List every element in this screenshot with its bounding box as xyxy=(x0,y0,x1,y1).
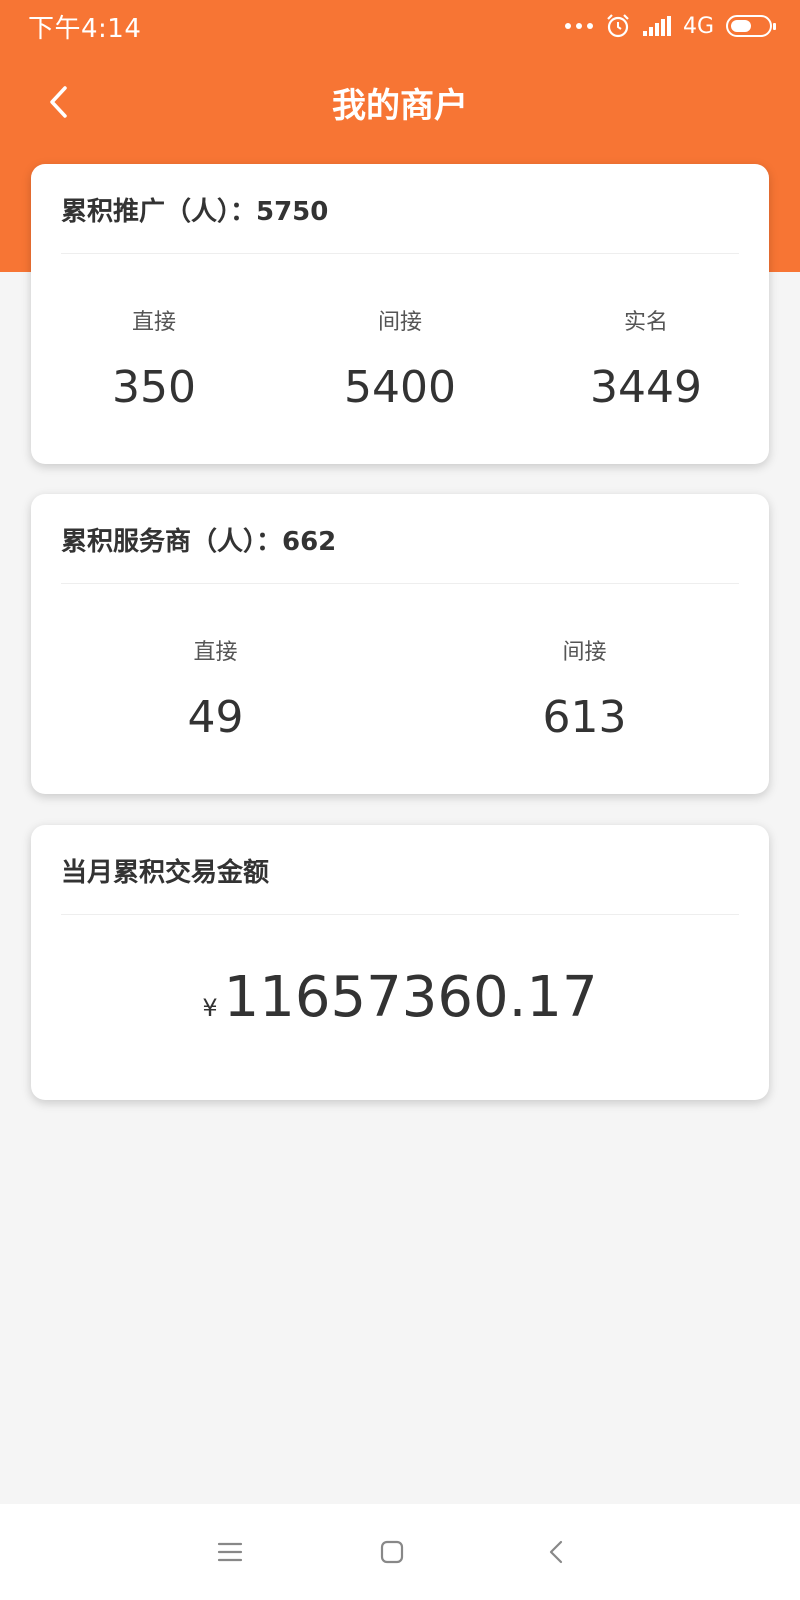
status-bar: 下午4:14 4G xyxy=(0,0,800,52)
service-card: 累积服务商（人）：662 直接 49 间接 613 xyxy=(31,494,769,794)
stat-direct[interactable]: 直接 350 xyxy=(31,254,277,413)
more-dots-icon xyxy=(564,23,593,29)
stat-verified[interactable]: 实名 3449 xyxy=(523,254,769,413)
service-card-title: 累积服务商（人）：662 xyxy=(61,494,739,584)
service-stats: 直接 49 间接 613 xyxy=(31,584,769,743)
home-button[interactable] xyxy=(370,1530,414,1574)
stat-label: 直接 xyxy=(131,310,176,335)
stat-label: 间接 xyxy=(377,310,422,335)
stat-indirect[interactable]: 间接 613 xyxy=(400,584,769,743)
back-icon xyxy=(50,86,67,118)
network-type: 4G xyxy=(682,13,714,39)
battery-icon xyxy=(726,15,776,37)
stat-value: 350 xyxy=(112,362,196,413)
stat-label: 实名 xyxy=(623,310,668,335)
menu-button[interactable] xyxy=(208,1530,252,1574)
menu-icon xyxy=(217,1542,243,1562)
stat-direct[interactable]: 直接 49 xyxy=(31,584,400,743)
transaction-card: 当月累积交易金额 ¥11657360.17 xyxy=(31,825,769,1100)
page-title: 我的商户 xyxy=(332,85,468,126)
home-icon xyxy=(380,1540,404,1564)
stat-value: 49 xyxy=(187,692,244,743)
nav-back-icon xyxy=(549,1540,563,1564)
status-time: 下午4:14 xyxy=(28,13,142,44)
back-button[interactable] xyxy=(28,72,88,132)
promotion-card: 累积推广（人）：5750 直接 350 间接 5400 实名 3449 xyxy=(31,164,769,464)
currency-symbol: ¥ xyxy=(202,994,218,1022)
stat-value: 613 xyxy=(542,692,627,743)
stat-label: 直接 xyxy=(193,640,238,665)
promotion-stats: 直接 350 间接 5400 实名 3449 xyxy=(31,254,769,413)
alarm-icon xyxy=(607,14,629,38)
status-icons: 4G xyxy=(564,13,776,39)
transaction-amount-display: ¥11657360.17 xyxy=(31,965,769,1030)
promotion-card-title: 累积推广（人）：5750 xyxy=(61,164,739,254)
signal-icon xyxy=(642,16,671,36)
stat-label: 间接 xyxy=(562,640,607,665)
stat-indirect[interactable]: 间接 5400 xyxy=(277,254,523,413)
stat-value: 5400 xyxy=(344,362,456,413)
system-back-button[interactable] xyxy=(534,1530,578,1574)
stat-value: 3449 xyxy=(590,362,702,413)
system-nav-bar xyxy=(0,1504,800,1600)
transaction-card-title: 当月累积交易金额 xyxy=(61,825,739,915)
navigation-bar: 我的商户 xyxy=(0,52,800,152)
transaction-amount: 11657360.17 xyxy=(223,965,598,1030)
